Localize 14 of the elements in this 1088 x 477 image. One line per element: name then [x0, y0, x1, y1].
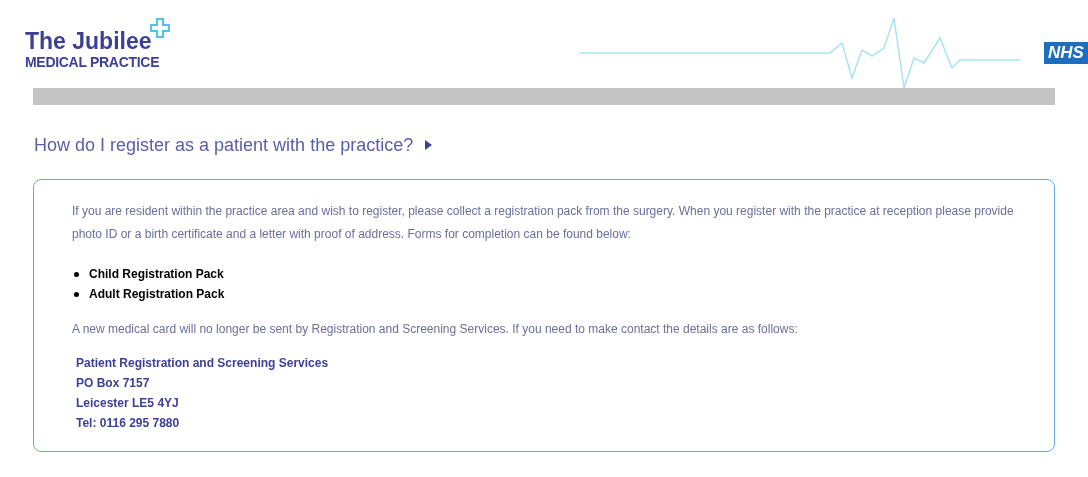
bullet-icon — [74, 291, 79, 297]
logo-title: The Jubilee — [25, 28, 152, 54]
logo-subtitle: MEDICAL PRACTICE — [25, 54, 161, 70]
address-line: PO Box 7157 — [76, 375, 151, 392]
address-line: Leicester LE5 4YJ — [76, 395, 180, 412]
address-line: Tel: 0116 295 7880 — [76, 415, 181, 432]
intro-paragraph: If you are resident within the practice area and wish to register, please collect a registration pack from the surgery. When you register with the practice at reception please provide photo ID or a birth certificate and a letter with proof of address. Forms for completion can be found below: — [72, 203, 1015, 243]
question-heading[interactable]: How do I register as a patient with the practice? — [34, 133, 414, 157]
cross-icon — [149, 18, 170, 40]
note-paragraph: A new medical card will no longer be sent by Registration and Screening Services. If you need to make contact the details are as follows: — [72, 321, 799, 338]
expand-icon[interactable] — [425, 140, 433, 150]
address-line: Patient Registration and Screening Services — [76, 355, 330, 372]
nhs-badge: NHS — [1044, 42, 1088, 64]
bullet-icon — [74, 271, 79, 277]
